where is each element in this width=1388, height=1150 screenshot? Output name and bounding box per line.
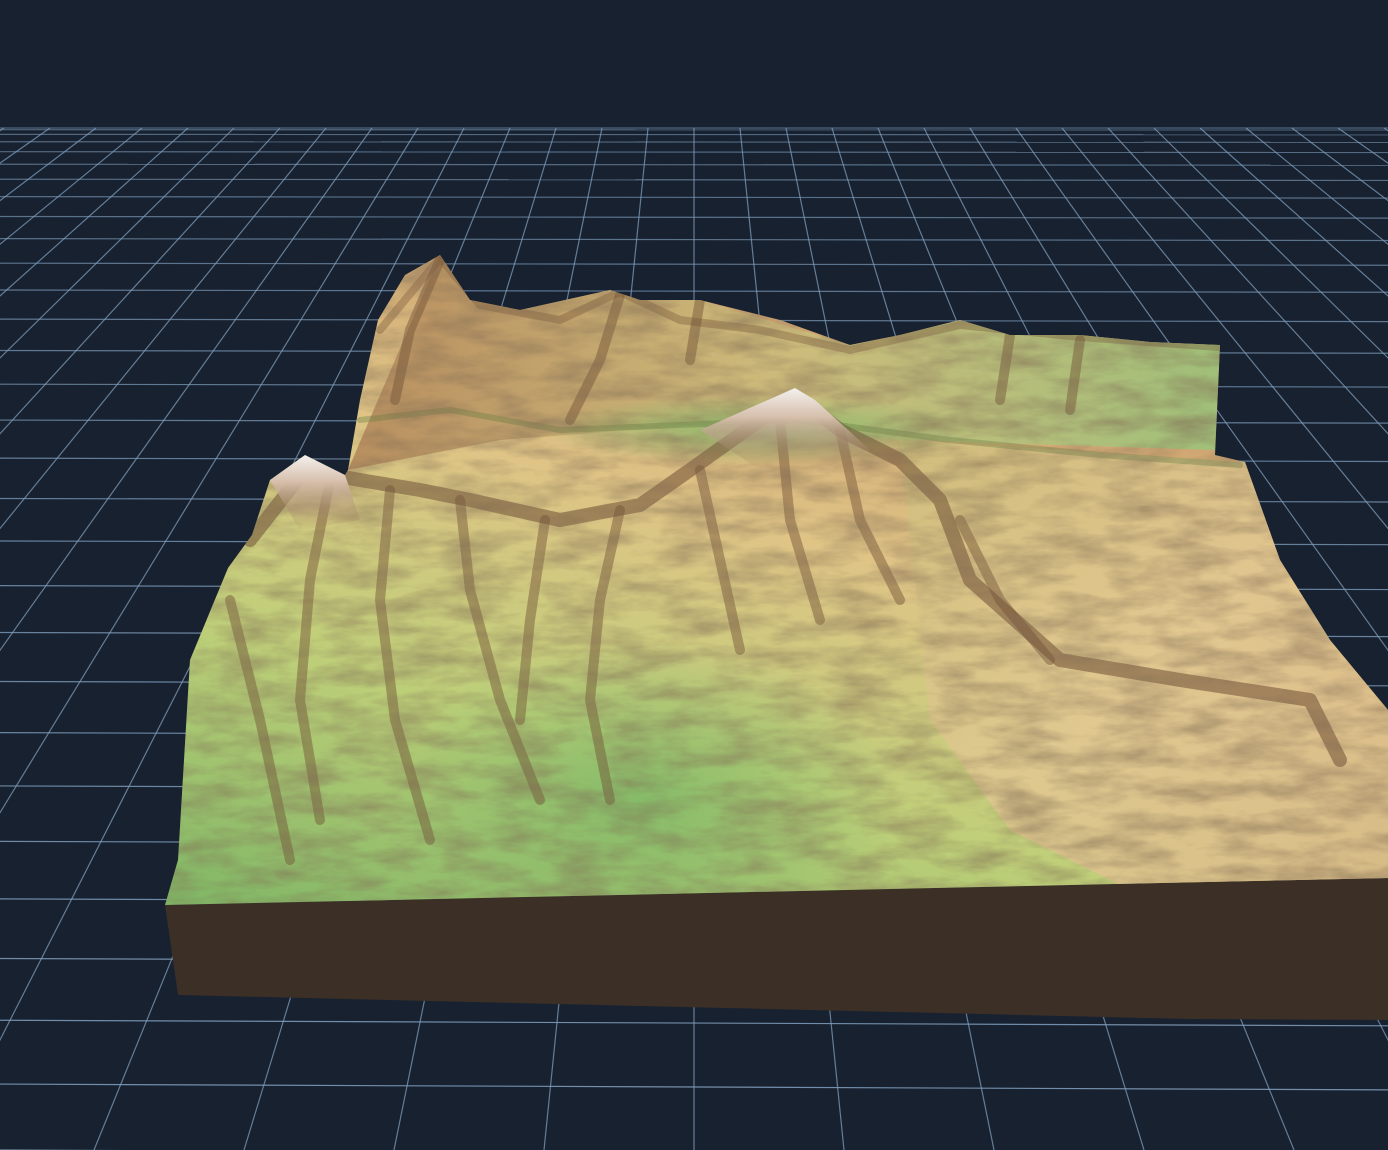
terrain-scene[interactable] [0,0,1388,1150]
terrain-viewport[interactable] [0,0,1388,1150]
